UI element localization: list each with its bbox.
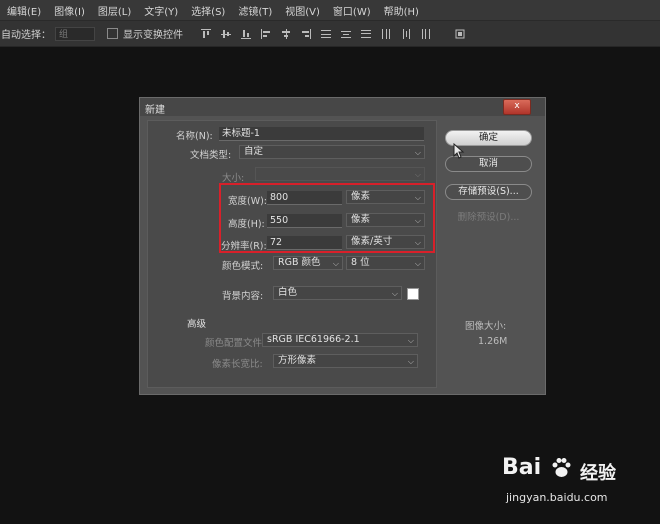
distribute-left-icon[interactable]	[381, 28, 391, 39]
color-profile-value: sRGB IEC61966-2.1	[267, 334, 360, 345]
menu-view[interactable]: 视图(V)	[278, 3, 326, 18]
distribute-bottom-icon[interactable]	[361, 29, 371, 39]
color-mode-label: 颜色模式:	[222, 261, 264, 272]
distribute-hcenter-icon[interactable]	[401, 28, 411, 39]
color-mode-value: RGB 颜色	[278, 257, 321, 268]
baidu-watermark: Bai 经验 jingyan.baidu.com	[502, 455, 642, 515]
chevron-down-icon: ⌵	[407, 336, 414, 345]
preset-value: 自定	[244, 146, 264, 157]
bit-depth-value: 8 位	[351, 257, 370, 268]
chevron-down-icon: ⌵	[414, 259, 421, 268]
watermark-brand: Bai	[502, 455, 542, 480]
align-bottom-icon[interactable]	[241, 29, 251, 39]
save-preset-button[interactable]: 存储预设(S)...	[445, 184, 532, 200]
size-dropdown: ⌵	[255, 167, 425, 181]
align-hcenter-icon[interactable]	[281, 28, 291, 39]
menu-bar: 编辑(E) 图像(I) 图层(L) 文字(Y) 选择(S) 滤镜(T) 视图(V…	[0, 0, 660, 21]
menu-select[interactable]: 选择(S)	[184, 3, 231, 18]
watermark-url: jingyan.baidu.com	[506, 491, 608, 504]
close-button[interactable]: x	[503, 99, 531, 115]
align-toolbar	[201, 28, 465, 39]
chevron-down-icon: ⌵	[407, 357, 414, 366]
show-transform-checkbox[interactable]	[107, 28, 118, 39]
options-bar: 自动选择： 组 显示变换控件	[0, 21, 660, 47]
preset-label: 文档类型:	[190, 150, 232, 161]
watermark-suffix: 经验	[580, 463, 616, 484]
show-transform-label: 显示变换控件	[123, 30, 183, 41]
auto-select-dropdown[interactable]: 组	[55, 26, 95, 41]
pixel-aspect-label: 像素长宽比:	[212, 359, 263, 370]
background-label: 背景内容:	[222, 291, 264, 302]
chevron-down-icon: ⌵	[414, 170, 421, 179]
distribute-vcenter-icon[interactable]	[341, 29, 351, 39]
size-label: 大小:	[222, 173, 245, 184]
align-left-icon[interactable]	[261, 28, 271, 39]
pixel-aspect-dropdown[interactable]: 方形像素 ⌵	[273, 354, 418, 368]
dialog-title: 新建	[145, 105, 165, 116]
mouse-cursor-icon	[453, 143, 465, 159]
name-input[interactable]: 未标题-1	[219, 127, 424, 141]
paw-icon	[552, 458, 571, 477]
menu-window[interactable]: 窗口(W)	[326, 3, 377, 18]
chevron-down-icon: ⌵	[391, 289, 398, 298]
background-value: 白色	[278, 287, 298, 298]
chevron-down-icon: ⌵	[332, 259, 339, 268]
distribute-top-icon[interactable]	[321, 29, 331, 39]
background-dropdown[interactable]: 白色 ⌵	[273, 286, 402, 300]
align-top-icon[interactable]	[201, 28, 211, 39]
menu-image[interactable]: 图像(I)	[47, 3, 91, 18]
background-color-swatch[interactable]	[407, 288, 419, 300]
color-profile-label: 颜色配置文件:	[205, 338, 266, 349]
delete-preset-button: 删除预设(D)...	[457, 212, 520, 223]
image-size-value: 1.26M	[478, 336, 508, 347]
dialog-titlebar[interactable]: 新建 x	[140, 98, 545, 116]
advanced-label: 高级	[187, 319, 207, 330]
menu-layer[interactable]: 图层(L)	[91, 3, 137, 18]
chevron-down-icon: ⌵	[414, 148, 421, 157]
distribute-right-icon[interactable]	[421, 28, 431, 39]
pixel-aspect-value: 方形像素	[278, 355, 317, 366]
highlight-box	[219, 183, 435, 253]
auto-align-icon[interactable]	[455, 29, 465, 39]
menu-help[interactable]: 帮助(H)	[377, 3, 425, 18]
color-mode-dropdown[interactable]: RGB 颜色 ⌵	[273, 256, 343, 270]
color-profile-dropdown[interactable]: sRGB IEC61966-2.1 ⌵	[262, 333, 418, 347]
auto-select-label: 自动选择：	[1, 30, 51, 41]
bit-depth-dropdown[interactable]: 8 位 ⌵	[346, 256, 425, 270]
align-vcenter-icon[interactable]	[221, 29, 231, 39]
menu-edit[interactable]: 编辑(E)	[0, 3, 47, 18]
menu-type[interactable]: 文字(Y)	[137, 3, 184, 18]
preset-dropdown[interactable]: 自定 ⌵	[239, 145, 425, 159]
align-right-icon[interactable]	[301, 28, 311, 39]
menu-filter[interactable]: 滤镜(T)	[231, 3, 278, 18]
name-label: 名称(N):	[176, 131, 213, 142]
image-size-label: 图像大小:	[465, 321, 507, 332]
